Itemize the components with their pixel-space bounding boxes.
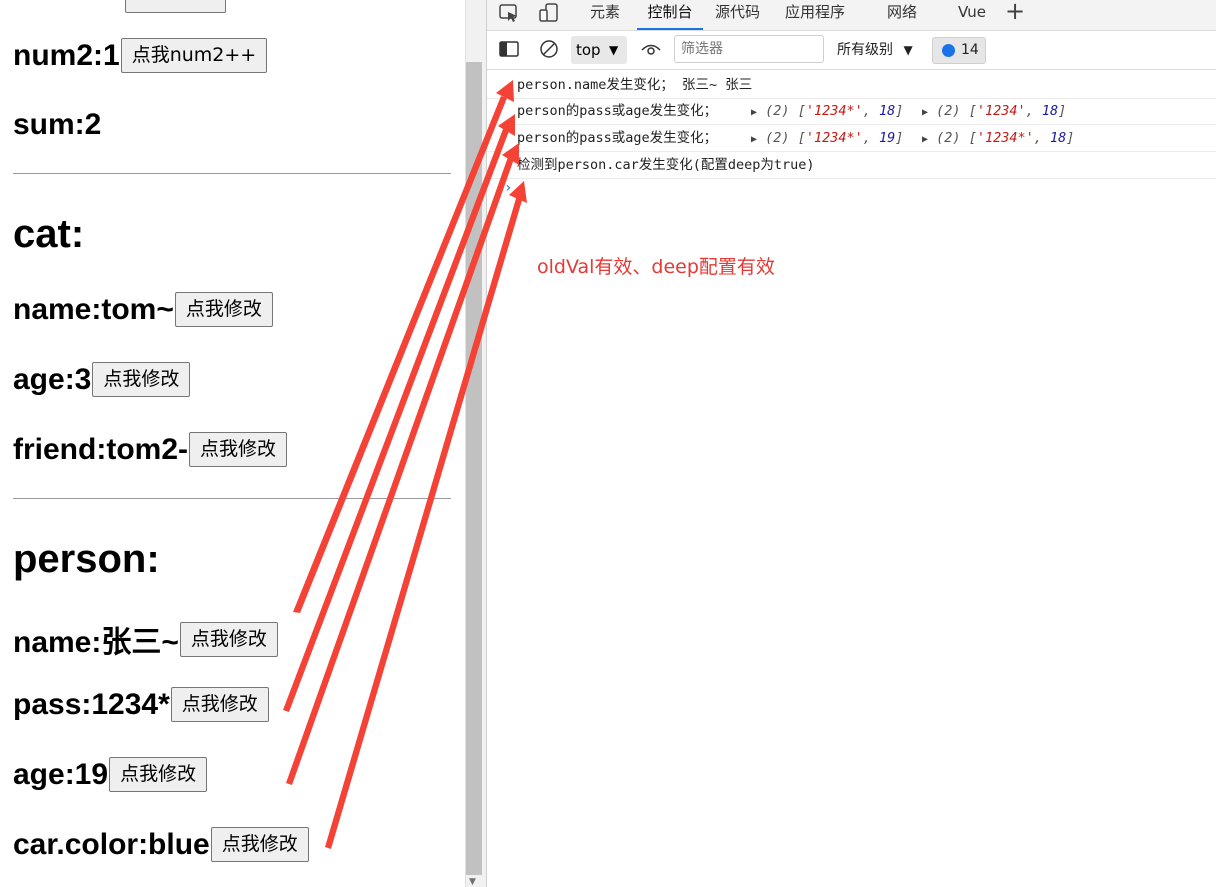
person-heading: person: [13, 537, 160, 582]
console-message: person的pass或age发生变化； ▶ (2) ['1234*', 18]… [487, 98, 1216, 125]
expand-triangle-icon[interactable]: ▶ [922, 107, 928, 118]
scroll-down-arrow-icon[interactable]: ▼ [469, 877, 479, 887]
cat-heading: cat: [13, 212, 84, 257]
person-name-modify-button[interactable]: 点我修改 [179, 621, 278, 657]
divider [13, 498, 451, 499]
message-icon [942, 44, 955, 57]
device-toolbar-icon[interactable] [537, 2, 561, 26]
expand-triangle-icon[interactable]: ▶ [751, 134, 757, 145]
cat-name-row: name:tom~ 点我修改 [13, 292, 273, 327]
console-message: person的pass或age发生变化； ▶ (2) ['1234*', 19]… [487, 125, 1216, 152]
console-toolbar: top ▼ 所有级别 ▼ 14 [487, 31, 1216, 70]
add-tab-icon[interactable]: + [1003, 0, 1027, 23]
context-selector-value: top [576, 41, 601, 59]
sidebar-toggle-icon[interactable] [497, 38, 521, 62]
array-value: '1234*' [805, 130, 863, 146]
console-message: 检测到person.car发生变化(配置deep为true) [487, 152, 1216, 179]
array-length: (2) [936, 103, 961, 119]
tab-console[interactable]: 控制台 [637, 0, 703, 30]
annotation-text: oldVal有效、deep配置有效 [537, 256, 775, 278]
sum-row: sum:2 [13, 108, 101, 142]
person-age-row: age:19 点我修改 [13, 757, 208, 792]
array-value: 18 [1041, 103, 1059, 119]
cat-age-row: age:3 点我修改 [13, 362, 191, 397]
inspect-icon[interactable] [497, 2, 521, 26]
array-length: (2) [936, 130, 961, 146]
cat-age-label: age:3 [13, 362, 92, 396]
page-scrollbar-thumb[interactable] [466, 62, 482, 875]
person-heading-text: person: [13, 537, 160, 581]
dropdown-caret-icon: ▼ [609, 43, 619, 57]
array-value: '1234' [976, 103, 1026, 119]
tab-elements[interactable]: 元素 [590, 0, 620, 30]
devtools-tab-bar: 元素 控制台 源代码 应用程序 网络 Vue + [487, 0, 1216, 31]
log-levels-dropdown[interactable]: 所有级别 ▼ [837, 36, 913, 64]
num2-row: num2:1 点我num2++ [13, 38, 268, 73]
log-levels-label: 所有级别 [837, 42, 893, 58]
context-selector[interactable]: top ▼ [571, 36, 627, 64]
cat-age-modify-button[interactable]: 点我修改 [92, 362, 191, 397]
array-preview[interactable]: ▶ (2) ['1234*', 18] [751, 98, 903, 126]
array-value: 18 [879, 103, 896, 119]
array-length: (2) [765, 130, 790, 146]
clear-console-icon[interactable] [537, 38, 561, 62]
cat-friend-row: friend:tom2- 点我修改 [13, 432, 288, 467]
array-value: '1234*' [805, 103, 863, 119]
tab-vue[interactable]: Vue [958, 0, 986, 30]
num2-label: num2:1 [13, 38, 120, 72]
person-age-label: age:19 [13, 757, 109, 791]
array-value: 19 [879, 130, 896, 146]
cat-heading-text: cat: [13, 212, 85, 256]
eye-icon[interactable] [639, 38, 663, 62]
array-preview[interactable]: ▶ (2) ['1234', 18] [922, 98, 1066, 126]
array-value: '1234*' [976, 130, 1034, 146]
console-message-text: person的pass或age发生变化； [517, 130, 718, 146]
person-age-modify-button[interactable]: 点我修改 [109, 757, 208, 792]
person-pass-modify-button[interactable]: 点我修改 [170, 687, 269, 722]
array-preview[interactable]: ▶ (2) ['1234*', 19] [751, 125, 903, 153]
dropdown-caret-icon: ▼ [903, 43, 913, 57]
tab-sources[interactable]: 源代码 [715, 0, 760, 30]
devtools-panel: 元素 控制台 源代码 应用程序 网络 Vue + top ▼ 所有级别 ▼ 14 [486, 0, 1216, 887]
message-count-badge[interactable]: 14 [932, 37, 986, 64]
person-name-label: name:张三~ [13, 626, 179, 659]
console-message: person.name发生变化； 张三~ 张三 [487, 72, 1216, 99]
console-message-text: 检测到person.car发生变化(配置deep为true) [517, 157, 815, 173]
cat-friend-label: friend:tom2- [13, 432, 188, 466]
console-filter-input[interactable] [674, 35, 824, 63]
expand-triangle-icon[interactable]: ▶ [922, 134, 928, 145]
array-preview[interactable]: ▶ (2) ['1234*', 18] [922, 125, 1074, 153]
tab-application[interactable]: 应用程序 [785, 0, 845, 30]
clipped-button[interactable] [125, 0, 226, 13]
divider [13, 173, 451, 174]
array-value: 18 [1050, 130, 1067, 146]
array-length: (2) [765, 103, 790, 119]
sum-label: sum:2 [13, 108, 102, 141]
message-count: 14 [961, 42, 979, 58]
page-viewport: num2:1 点我num2++ sum:2 cat: name:tom~ 点我修… [0, 0, 465, 887]
person-car-color-label: car.color:blue [13, 827, 210, 861]
expand-triangle-icon[interactable]: ▶ [751, 107, 757, 118]
person-car-color-modify-button[interactable]: 点我修改 [210, 827, 309, 862]
cat-name-modify-button[interactable]: 点我修改 [174, 292, 273, 327]
person-car-color-row: car.color:blue 点我修改 [13, 827, 309, 862]
cat-name-label: name:tom~ [13, 292, 174, 326]
person-name-row: name:张三~ 点我修改 [13, 617, 278, 661]
tab-network[interactable]: 网络 [887, 0, 917, 30]
num2-increment-button[interactable]: 点我num2++ [120, 38, 268, 73]
console-message-text: person的pass或age发生变化； [517, 103, 718, 119]
console-message-text: person.name发生变化； 张三~ 张三 [517, 77, 753, 93]
console-prompt-icon[interactable]: › [504, 180, 512, 196]
person-pass-row: pass:1234* 点我修改 [13, 687, 269, 722]
cat-friend-modify-button[interactable]: 点我修改 [189, 432, 288, 467]
person-pass-label: pass:1234* [13, 687, 170, 721]
